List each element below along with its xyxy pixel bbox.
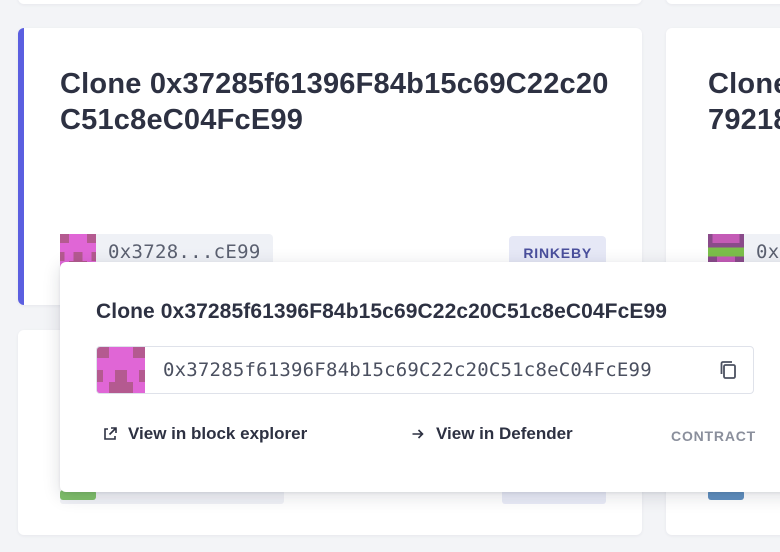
popover-links: View in block explorer View in Defender … <box>102 424 756 450</box>
view-block-explorer-link[interactable]: View in block explorer <box>102 424 307 444</box>
address-chip-text: 0x3728...cE99 <box>108 241 261 263</box>
identicon-avatar-large <box>97 347 145 393</box>
popover-title: Clone 0x37285f61396F84b15c69C22c20C51c8e… <box>96 300 668 323</box>
view-in-defender-label: View in Defender <box>436 424 573 443</box>
address-popover: Clone 0x37285f61396F84b15c69C22c20C51c8e… <box>60 262 780 492</box>
card-title-line3: 79218 <box>708 104 780 136</box>
popover-address-field[interactable]: 0x37285f61396F84b15c69C22c20C51c8eC04FcE… <box>96 346 754 394</box>
external-link-icon <box>104 427 117 440</box>
view-in-defender-link[interactable]: View in Defender <box>410 424 573 444</box>
copy-icon <box>720 361 736 379</box>
address-chip-text-partial: 0x <box>756 241 780 263</box>
copy-button[interactable] <box>715 357 741 383</box>
card-title-partial: Clone 0x94 79218 <box>708 66 780 138</box>
card-title: Clone 0x37285f61396F84b15c69C22c20C51c8e… <box>60 68 609 136</box>
arrow-right-icon <box>412 429 424 439</box>
card-title-text: Clone 0x94 <box>708 68 780 100</box>
view-block-explorer-label: View in block explorer <box>128 424 308 443</box>
contract-type-label: CONTRACT <box>671 428 756 444</box>
previous-card-edge-right <box>666 0 780 4</box>
previous-card-edge <box>18 0 642 4</box>
popover-address-text: 0x37285f61396F84b15c69C22c20C51c8eC04FcE… <box>163 359 652 381</box>
network-badge-bottom <box>502 490 606 504</box>
